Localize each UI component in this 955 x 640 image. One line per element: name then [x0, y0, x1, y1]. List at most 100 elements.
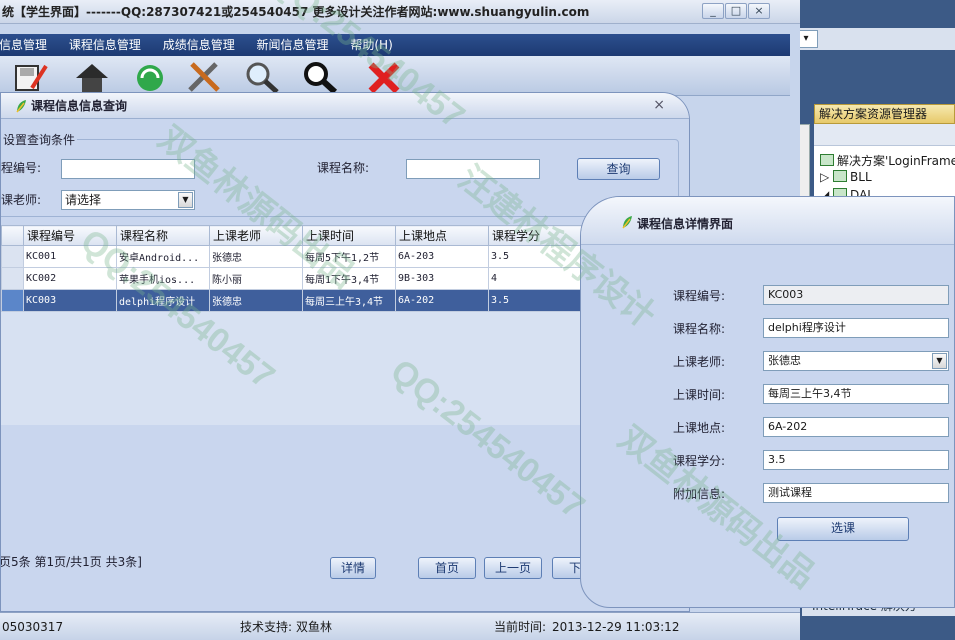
close-button[interactable]: ×: [748, 3, 770, 19]
cell: 3.5: [488, 289, 582, 312]
cell: 每周1下午3,4节: [302, 267, 396, 290]
teacher-label: 课老师:: [1, 193, 42, 207]
detail-teacher-value: 张德忠: [768, 354, 801, 367]
detail-place-label: 上课地点:: [673, 421, 726, 435]
row-header[interactable]: [1, 289, 24, 312]
tree-item-solution[interactable]: 解决方案'LoginFrame: [820, 152, 955, 169]
detail-course-no-field[interactable]: KC003: [763, 285, 949, 305]
leaf-icon: [16, 100, 26, 113]
search-icon[interactable]: [302, 60, 338, 95]
cell: 每周三上午3,4节: [302, 289, 396, 312]
detail-course-name-label: 课程名称:: [673, 322, 726, 336]
menu-score-management[interactable]: 成绩信息管理: [154, 34, 244, 56]
chevron-down-icon[interactable]: ▼: [178, 192, 193, 208]
first-page-button[interactable]: 首页: [418, 557, 476, 579]
recycle-icon[interactable]: [132, 60, 168, 94]
cell: 张德忠: [209, 289, 303, 312]
cell: 6A-203: [395, 245, 489, 268]
project-icon: [833, 170, 848, 182]
solution-icon: [820, 154, 834, 166]
menu-news-management[interactable]: 新闻信息管理: [248, 34, 338, 56]
tree-label: 解决方案'LoginFrame: [837, 154, 955, 168]
cell: 6A-202: [395, 289, 489, 312]
grid-corner: [1, 225, 24, 246]
prev-page-button[interactable]: 上一页: [484, 557, 542, 579]
course-no-input[interactable]: [61, 159, 195, 179]
row-header[interactable]: [1, 267, 24, 290]
table-row[interactable]: KC002 苹果手机ios... 陈小丽 每周1下午3,4节 9B-303 4: [1, 267, 582, 290]
detail-credit-field[interactable]: 3.5: [763, 450, 949, 470]
grid-header-row: 课程编号 课程名称 上课老师 上课时间 上课地点 课程学分: [1, 225, 582, 246]
teacher-select-value: 请选择: [65, 193, 102, 207]
status-time-label: 当前时间:: [494, 620, 547, 634]
pager-summary: 页5条 第1页/共1页 共3条]: [0, 555, 142, 569]
course-name-input[interactable]: [406, 159, 540, 179]
chevron-down-icon[interactable]: ▼: [932, 353, 947, 369]
tree-item-bll[interactable]: ▷ BLL: [820, 170, 872, 184]
col-credit[interactable]: 课程学分: [488, 225, 582, 246]
status-time-value: 2013-12-29 11:03:12: [552, 620, 680, 634]
status-user-id: 05030317: [2, 620, 64, 634]
course-name-label: 课程名称:: [317, 161, 370, 175]
menubar: 信息管理 课程信息管理 成绩信息管理 新闻信息管理 帮助(H): [0, 34, 790, 56]
col-time[interactable]: 上课时间: [302, 225, 396, 246]
main-window-title: 统【学生界面】-------QQ:287307421或254540457 更多设…: [0, 0, 800, 24]
detail-course-no-label: 课程编号:: [673, 289, 726, 303]
solution-explorer-toolbar: [814, 124, 955, 146]
cell: 苹果手机ios...: [116, 267, 210, 290]
detail-time-label: 上课时间:: [673, 388, 726, 402]
cell: 张德忠: [209, 245, 303, 268]
detail-time-field[interactable]: 每周三上午3,4节: [763, 384, 949, 404]
tools-icon[interactable]: [186, 60, 222, 94]
query-condition-legend: 设置查询条件: [1, 131, 78, 148]
cell: KC001: [23, 245, 117, 268]
menu-help[interactable]: 帮助(H): [341, 34, 401, 56]
query-window-title: 课程信息信息查询: [31, 99, 128, 113]
course-no-label: 程编号:: [1, 161, 42, 175]
tree-label: BLL: [850, 170, 872, 184]
detail-button[interactable]: 详情: [330, 557, 376, 579]
table-row[interactable]: KC001 安卓Android... 张德忠 每周5下午1,2节 6A-203 …: [1, 245, 582, 268]
leaf-icon: [622, 216, 632, 229]
table-row-selected[interactable]: KC003 delphi程序设计 张德忠 每周三上午3,4节 6A-202 3.…: [1, 289, 582, 312]
detail-credit-label: 课程学分:: [673, 454, 726, 468]
detail-window-title: 课程信息详情界面: [637, 217, 734, 231]
select-course-button[interactable]: 选课: [777, 517, 909, 541]
detail-place-field[interactable]: 6A-202: [763, 417, 949, 437]
delete-icon[interactable]: [366, 60, 402, 94]
col-course-name[interactable]: 课程名称: [116, 225, 210, 246]
query-button[interactable]: 查询: [577, 158, 660, 180]
zoom-icon[interactable]: [244, 60, 280, 94]
edit-icon[interactable]: [12, 60, 48, 94]
detail-extra-field[interactable]: 测试课程: [763, 483, 949, 503]
row-header[interactable]: [1, 245, 24, 268]
detail-teacher-label: 上课老师:: [673, 355, 726, 369]
toolbar: [0, 56, 790, 96]
col-course-no[interactable]: 课程编号: [23, 225, 117, 246]
cell: 9B-303: [395, 267, 489, 290]
cell: 每周5下午1,2节: [302, 245, 396, 268]
detail-window-titlebar[interactable]: 课程信息详情界面: [581, 197, 954, 245]
maximize-button[interactable]: □: [725, 3, 747, 19]
cell: delphi程序设计: [116, 289, 210, 312]
home-icon[interactable]: [74, 60, 110, 94]
query-window-close-icon[interactable]: ×: [653, 97, 665, 113]
status-support-value: 双鱼林: [296, 620, 333, 634]
minimize-button[interactable]: _: [702, 3, 724, 19]
solution-explorer-title: 解决方案资源管理器: [814, 104, 955, 124]
cell: 3.5: [488, 245, 582, 268]
menu-info-management[interactable]: 信息管理: [0, 34, 56, 56]
cell: 陈小丽: [209, 267, 303, 290]
detail-course-name-field[interactable]: delphi程序设计: [763, 318, 949, 338]
cell: KC002: [23, 267, 117, 290]
col-teacher[interactable]: 上课老师: [209, 225, 303, 246]
detail-extra-label: 附加信息:: [673, 487, 726, 501]
cell: 安卓Android...: [116, 245, 210, 268]
teacher-select[interactable]: 请选择 ▼: [61, 190, 195, 210]
menu-course-management[interactable]: 课程信息管理: [60, 34, 150, 56]
detail-teacher-select[interactable]: 张德忠 ▼: [763, 351, 949, 371]
statusbar: 05030317 技术支持: 双鱼林 当前时间: 2013-12-29 11:0…: [0, 612, 800, 640]
col-place[interactable]: 上课地点: [395, 225, 489, 246]
query-window-titlebar[interactable]: 课程信息信息查询 ×: [1, 93, 689, 119]
status-support-label: 技术支持:: [240, 620, 293, 634]
